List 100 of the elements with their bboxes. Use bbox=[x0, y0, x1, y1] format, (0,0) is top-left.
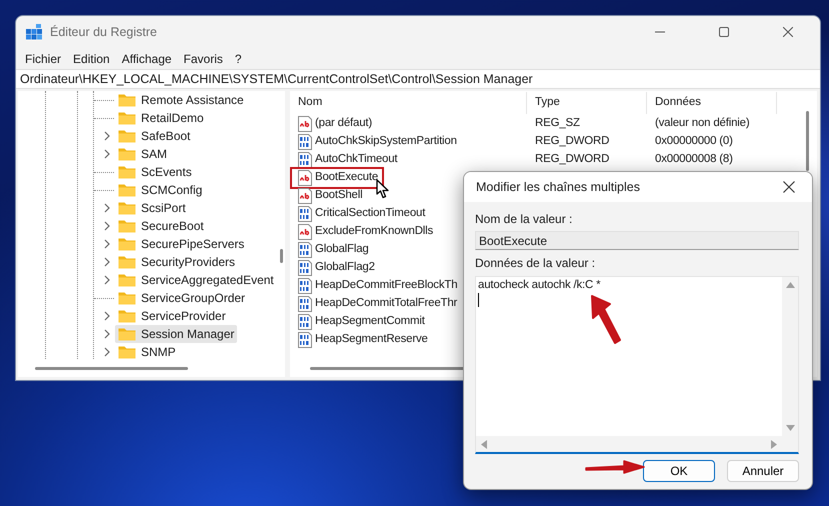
menu-item[interactable]: Edition bbox=[67, 50, 116, 68]
folder-icon bbox=[118, 237, 136, 251]
close-icon bbox=[783, 27, 793, 37]
value-data: 0x00000008 (8) bbox=[654, 152, 734, 168]
menu-item[interactable]: Favoris bbox=[178, 50, 229, 68]
folder-icon bbox=[118, 309, 136, 323]
tree-item[interactable]: SNMP bbox=[115, 343, 179, 361]
tree-item[interactable]: ScsiPort bbox=[115, 199, 189, 217]
binary-value-icon bbox=[297, 278, 313, 294]
chevron-icon[interactable] bbox=[102, 203, 112, 213]
value-name[interactable]: HeapDeCommitTotalFreeThr bbox=[315, 295, 458, 313]
address-bar[interactable]: Ordinateur\HKEY_LOCAL_MACHINE\SYSTEM\CurrentControlSet\Control\Session Manager bbox=[16, 69, 820, 89]
chevron-icon[interactable] bbox=[102, 347, 112, 357]
value-name-field[interactable]: BootExecute bbox=[475, 231, 799, 250]
maximize-icon bbox=[719, 27, 729, 37]
folder-icon bbox=[118, 93, 136, 107]
binary-value-icon bbox=[297, 134, 313, 150]
dialog-button[interactable]: Annuler bbox=[727, 460, 799, 482]
value-name[interactable]: ExcludeFromKnownDlls bbox=[315, 223, 434, 241]
tree-item[interactable]: Remote Assistance bbox=[115, 91, 247, 109]
binary-value-icon bbox=[297, 296, 313, 312]
value-type: REG_SZ bbox=[534, 116, 581, 132]
folder-icon bbox=[118, 327, 136, 341]
chevron-icon[interactable] bbox=[102, 257, 112, 267]
value-name[interactable]: (par défaut) bbox=[315, 115, 372, 133]
string-value-icon bbox=[297, 188, 313, 204]
tree-item[interactable]: SAM bbox=[115, 145, 170, 163]
menu-item[interactable]: ? bbox=[228, 50, 248, 68]
dialog-button[interactable]: OK bbox=[643, 460, 715, 482]
value-name[interactable]: CriticalSectionTimeout bbox=[315, 205, 426, 223]
binary-value-icon bbox=[297, 242, 313, 258]
tree-item[interactable]: ServiceAggregatedEvent bbox=[115, 271, 277, 289]
folder-icon bbox=[118, 183, 136, 197]
chevron-icon[interactable] bbox=[102, 275, 112, 285]
annotation-arrow bbox=[588, 292, 624, 346]
folder-icon bbox=[118, 129, 136, 143]
column-header[interactable]: Nom bbox=[290, 92, 527, 114]
binary-value-icon bbox=[297, 260, 313, 276]
folder-icon bbox=[118, 219, 136, 233]
column-header[interactable]: Type bbox=[527, 92, 647, 114]
value-name[interactable]: HeapSegmentReserve bbox=[315, 331, 428, 349]
string-value-icon bbox=[297, 170, 313, 186]
tree-item[interactable]: SecurityProviders bbox=[115, 253, 238, 271]
registry-icon bbox=[26, 24, 42, 40]
tree-item[interactable]: ServiceProvider bbox=[115, 307, 229, 325]
window-title: Éditeur du Registre bbox=[50, 24, 158, 41]
folder-icon bbox=[118, 273, 136, 287]
binary-value-icon bbox=[297, 314, 313, 330]
tree-item[interactable]: SecurePipeServers bbox=[115, 235, 248, 253]
dialog-title: Modifier les chaînes multiples bbox=[476, 178, 640, 196]
binary-value-icon bbox=[297, 332, 313, 348]
text-area[interactable]: autocheck autochk /k:C * bbox=[476, 277, 782, 436]
value-name[interactable]: BootShell bbox=[315, 187, 362, 205]
text-caret bbox=[478, 293, 479, 307]
tree-item[interactable]: ScEvents bbox=[115, 163, 195, 181]
chevron-icon[interactable] bbox=[102, 131, 112, 141]
annotation-arrow bbox=[584, 459, 646, 475]
value-name[interactable]: AutoChkTimeout bbox=[315, 151, 398, 169]
value-name[interactable]: GlobalFlag2 bbox=[315, 259, 375, 277]
value-name[interactable]: AutoChkSkipSystemPartition bbox=[315, 133, 457, 151]
folder-icon bbox=[118, 291, 136, 305]
close-icon bbox=[783, 181, 795, 193]
string-value-icon bbox=[297, 224, 313, 240]
scrollbar-thumb[interactable] bbox=[35, 367, 188, 370]
chevron-icon[interactable] bbox=[102, 311, 112, 321]
chevron-icon[interactable] bbox=[102, 239, 112, 249]
chevron-icon[interactable] bbox=[102, 149, 112, 159]
tree-item[interactable]: Session Manager bbox=[115, 325, 238, 343]
string-value-icon bbox=[297, 116, 313, 132]
field-label: Nom de la valeur : bbox=[475, 211, 574, 227]
value-data: 0x00000000 (0) bbox=[654, 134, 734, 150]
tree-item[interactable]: SafeBoot bbox=[115, 127, 194, 145]
value-name[interactable]: HeapDeCommitFreeBlockTh bbox=[315, 277, 458, 295]
binary-value-icon bbox=[297, 206, 313, 222]
value-name[interactable]: HeapSegmentCommit bbox=[315, 313, 425, 331]
text-line: autocheck autochk /k:C * bbox=[478, 278, 602, 293]
scrollbar-thumb[interactable] bbox=[280, 249, 283, 263]
folder-icon bbox=[118, 147, 136, 161]
tree-item[interactable]: SCMConfig bbox=[115, 181, 206, 199]
tree-item[interactable]: ServiceGroupOrder bbox=[115, 289, 248, 307]
menu-item[interactable]: Affichage bbox=[116, 50, 178, 68]
menu-item[interactable]: Fichier bbox=[19, 50, 68, 68]
value-name[interactable]: BootExecute bbox=[315, 169, 378, 187]
chevron-icon[interactable] bbox=[102, 221, 112, 231]
value-data: (valeur non définie) bbox=[654, 116, 750, 132]
chevron-icon[interactable] bbox=[102, 329, 112, 339]
folder-icon bbox=[118, 165, 136, 179]
value-type: REG_DWORD bbox=[534, 134, 610, 150]
binary-value-icon bbox=[297, 152, 313, 168]
tree-item[interactable]: RetailDemo bbox=[115, 109, 207, 127]
value-type: REG_DWORD bbox=[534, 152, 610, 168]
field-label: Données de la valeur : bbox=[475, 255, 596, 271]
folder-icon bbox=[118, 345, 136, 359]
cursor-icon bbox=[376, 179, 390, 199]
folder-icon bbox=[118, 111, 136, 125]
folder-icon bbox=[118, 201, 136, 215]
value-name[interactable]: GlobalFlag bbox=[315, 241, 369, 259]
scrollbar-thumb[interactable] bbox=[806, 111, 809, 171]
tree-item[interactable]: SecureBoot bbox=[115, 217, 207, 235]
column-header[interactable]: Données bbox=[647, 92, 777, 114]
